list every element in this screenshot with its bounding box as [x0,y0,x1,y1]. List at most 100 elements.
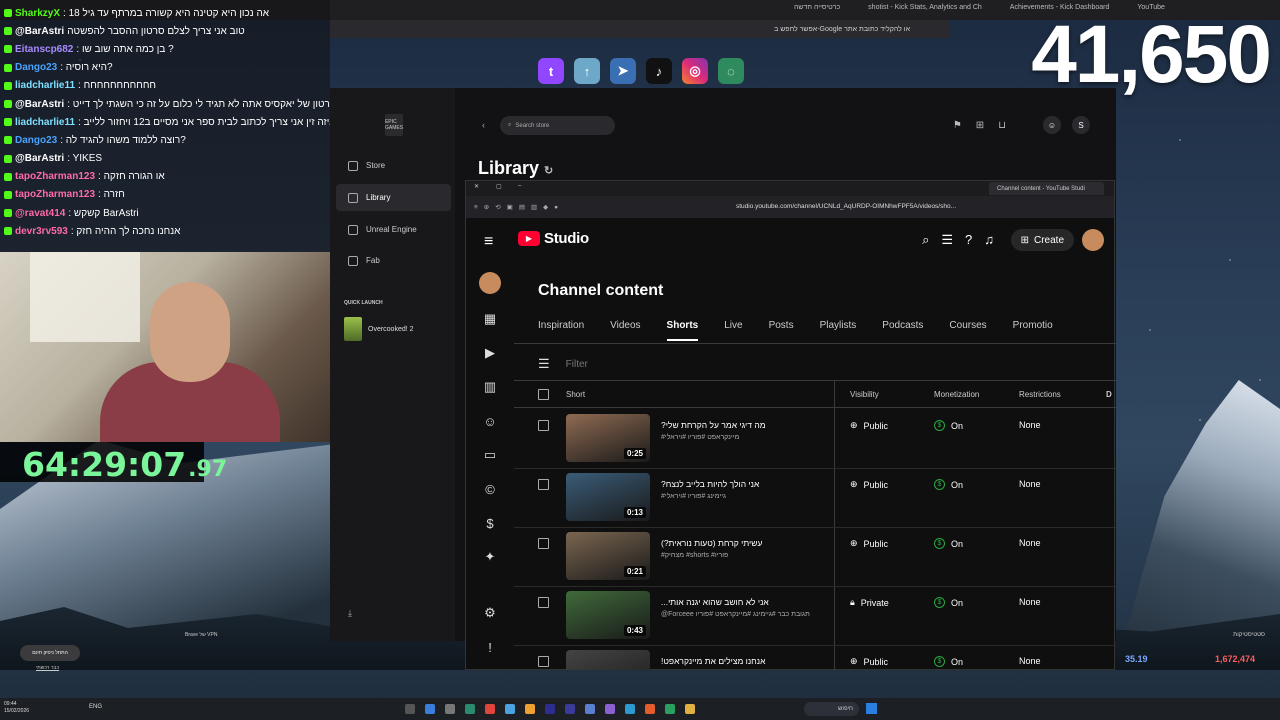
tab-podcasts[interactable]: Podcasts [882,320,923,341]
avatar[interactable]: S [1072,116,1090,134]
video-title[interactable]: עשיתי קרחת (טעות נוראית?) [661,538,762,548]
app-icon[interactable] [505,704,515,714]
wishlist-icon[interactable]: ⚑ [953,120,962,131]
table-row[interactable]: 0:25 מה דיגי אמר על הקרחת שלי? #מיינקראפ… [514,410,1116,469]
community-icon[interactable]: ☺ [481,412,499,430]
app-icon[interactable] [665,704,675,714]
tab-youtube-studio[interactable]: Channel content - YouTube Studi [989,182,1104,195]
epic-nav-unreal[interactable]: Unreal Engine [336,216,451,243]
table-row[interactable]: אנחנו מצילים את מיינקראפט! ⊕ Public $ On N… [514,646,1116,670]
app-icon[interactable] [525,704,535,714]
tab-shorts[interactable]: Shorts [666,320,699,341]
epic-search[interactable]: ⌕ Search store [500,116,615,135]
taskbar-clock[interactable]: 09:44 15/02/2026 [4,701,29,715]
monetization-cell[interactable]: $ On [934,479,963,490]
create-button[interactable]: ⊞ Create [1010,229,1074,251]
taskbar-search[interactable]: חיפוש [804,702,859,716]
chat-username[interactable]: tapoZharman123 [15,171,95,182]
epic-nav-store[interactable]: Store [336,152,451,179]
app-icon[interactable] [625,704,635,714]
chat-username[interactable]: @ravat414 [15,208,65,219]
close-icon[interactable]: ✕ [474,183,479,190]
chat-username[interactable]: liadcharlie11 [15,117,75,128]
tab-promotio[interactable]: Promotio [1013,320,1053,341]
visibility-cell[interactable]: ⊕ Public [850,656,888,667]
captions-icon[interactable]: ☰ [941,232,953,248]
friends-icon[interactable]: ☺ [1043,116,1061,134]
help-icon[interactable]: ? [965,232,972,248]
subtitles-icon[interactable]: ▭ [481,446,499,464]
tab-inspiration[interactable]: Inspiration [538,320,584,341]
tab-posts[interactable]: Posts [769,320,794,341]
table-row[interactable]: 0:13 אני הולך להיות בלייב לנצח? #גיימינג… [514,469,1116,528]
download-icon[interactable]: ⤓ [348,608,352,619]
row-checkbox[interactable] [538,656,549,667]
maximize-icon[interactable]: ▢ [496,183,502,190]
copyright-icon[interactable]: © [481,480,499,498]
app-icon[interactable] [645,704,655,714]
avatar[interactable] [1082,229,1104,251]
chat-username[interactable]: Dango23 [15,135,57,146]
app-icon[interactable] [545,704,555,714]
select-all-checkbox[interactable] [538,389,549,400]
feedback-icon[interactable]: ! [481,638,499,656]
minimize-icon[interactable]: – [518,183,521,189]
video-thumbnail[interactable]: 0:21 [566,532,650,580]
app-icon[interactable] [605,704,615,714]
video-title[interactable]: אנחנו מצילים את מיינקראפט! [661,656,765,666]
chat-username[interactable]: SharkzyX [15,8,60,19]
refresh-icon[interactable]: ↻ [544,165,553,177]
earn-icon[interactable]: $ [481,514,499,532]
app-icon[interactable] [465,704,475,714]
tab-playlists[interactable]: Playlists [820,320,857,341]
chat-username[interactable]: Eitanscp682 [15,44,73,55]
table-row[interactable]: 0:43 אני לא חושב שהוא יגנה אותי... @Forc… [514,587,1116,646]
app-icon[interactable] [585,704,595,714]
analytics-icon[interactable]: ▥ [481,378,499,396]
chat-username[interactable]: devr3rv593 [15,226,68,237]
filter-icon[interactable]: ☰ [538,356,550,372]
visibility-cell[interactable]: ⊕ Public [850,538,888,549]
col-visibility[interactable]: Visibility [850,390,879,399]
app-icon[interactable] [445,704,455,714]
tab-videos[interactable]: Videos [610,320,640,341]
visibility-cell[interactable]: ⊕ Public [850,420,888,431]
row-checkbox[interactable] [538,538,549,549]
address-bar[interactable]: studio.youtube.com/channel/UCNLd_AqURDP-… [736,203,956,210]
video-thumbnail[interactable] [566,650,650,670]
chat-username[interactable]: Dango23 [15,62,57,73]
settings-icon[interactable]: ⚙ [481,604,499,622]
top-tab[interactable]: shotist - Kick Stats, Analytics and Ch [854,4,996,11]
content-icon[interactable]: ▶ [481,344,499,362]
chat-username[interactable]: @BarAstri [15,153,64,164]
col-restrictions[interactable]: Restrictions [1019,390,1061,399]
chat-username[interactable]: tapoZharman123 [15,189,95,200]
monetization-cell[interactable]: $ On [934,420,963,431]
col-monetization[interactable]: Monetization [934,390,979,399]
top-address-bar[interactable]: אפשר לחפש ב-Google או להקליד כתובת אתר [330,20,950,38]
search-icon[interactable]: ⌕ [922,232,929,248]
filter-bar[interactable]: ☰ Filter [538,356,588,372]
customization-icon[interactable]: ✦ [481,548,499,566]
language-indicator[interactable]: ENG [89,704,102,710]
chat-username[interactable]: @BarAstri [15,26,64,37]
epic-nav-library[interactable]: Library [336,184,451,211]
windows-start-icon[interactable] [866,703,877,714]
row-checkbox[interactable] [538,479,549,490]
video-title[interactable]: אני הולך להיות בלייב לנצח? [661,479,759,489]
tab-live[interactable]: Live [724,320,742,341]
gift-icon[interactable]: ⊞ [976,120,984,131]
app-icon[interactable] [685,704,695,714]
video-title[interactable]: אני לא חושב שהוא יגנה אותי... [661,597,769,607]
video-title[interactable]: מה דיגי אמר על הקרחת שלי? [661,420,766,430]
app-icon[interactable] [485,704,495,714]
epic-nav-fab[interactable]: Fab [336,247,451,274]
video-thumbnail[interactable]: 0:43 [566,591,650,639]
top-tab[interactable]: כרטיסייה חדשה [780,4,854,11]
chat-username[interactable]: liadcharlie11 [15,80,75,91]
monetization-cell[interactable]: $ On [934,656,963,667]
quick-launch-item[interactable]: Overcooked! 2 [344,317,414,341]
back-icon[interactable]: ‹ [482,120,485,130]
vpn-link[interactable]: כבר רכשתי [36,665,59,671]
vpn-trial-button[interactable]: התחל ניסיון חינם [20,645,80,661]
